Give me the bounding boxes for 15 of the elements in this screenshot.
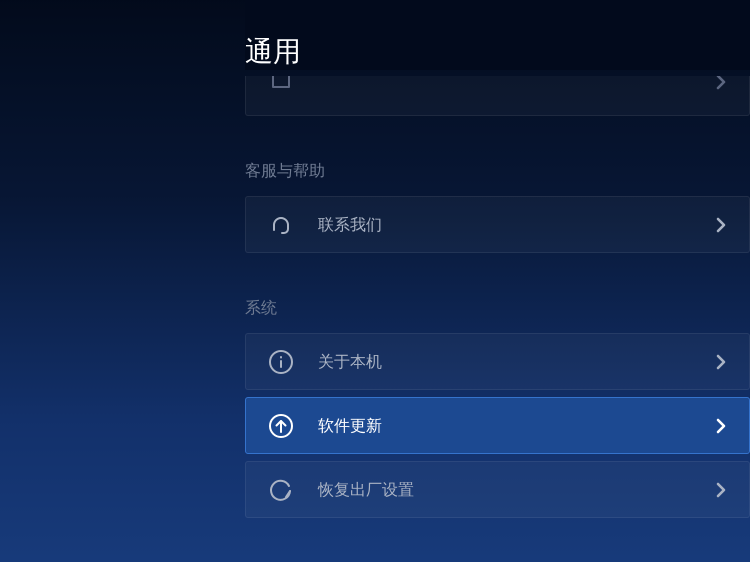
chevron-right-icon <box>715 418 727 434</box>
chevron-right-icon <box>715 216 727 233</box>
menu-item[interactable]: 联系我们 <box>245 196 750 254</box>
menu-item[interactable] <box>245 76 750 116</box>
menu-item[interactable]: 软件更新 <box>245 397 750 454</box>
chevron-right-icon <box>715 76 727 90</box>
menu-item[interactable]: 关于本机 <box>245 333 750 390</box>
info-icon <box>268 348 294 375</box>
section-label: 客服与帮助 <box>245 161 325 180</box>
chevron-right-icon <box>715 482 727 498</box>
section-label: 系统 <box>245 298 277 318</box>
chevron-right-icon <box>715 354 727 370</box>
upload-icon <box>268 412 294 439</box>
menu-item[interactable]: 恢复出厂设置 <box>245 461 750 518</box>
page-title: 通用 <box>245 38 301 66</box>
